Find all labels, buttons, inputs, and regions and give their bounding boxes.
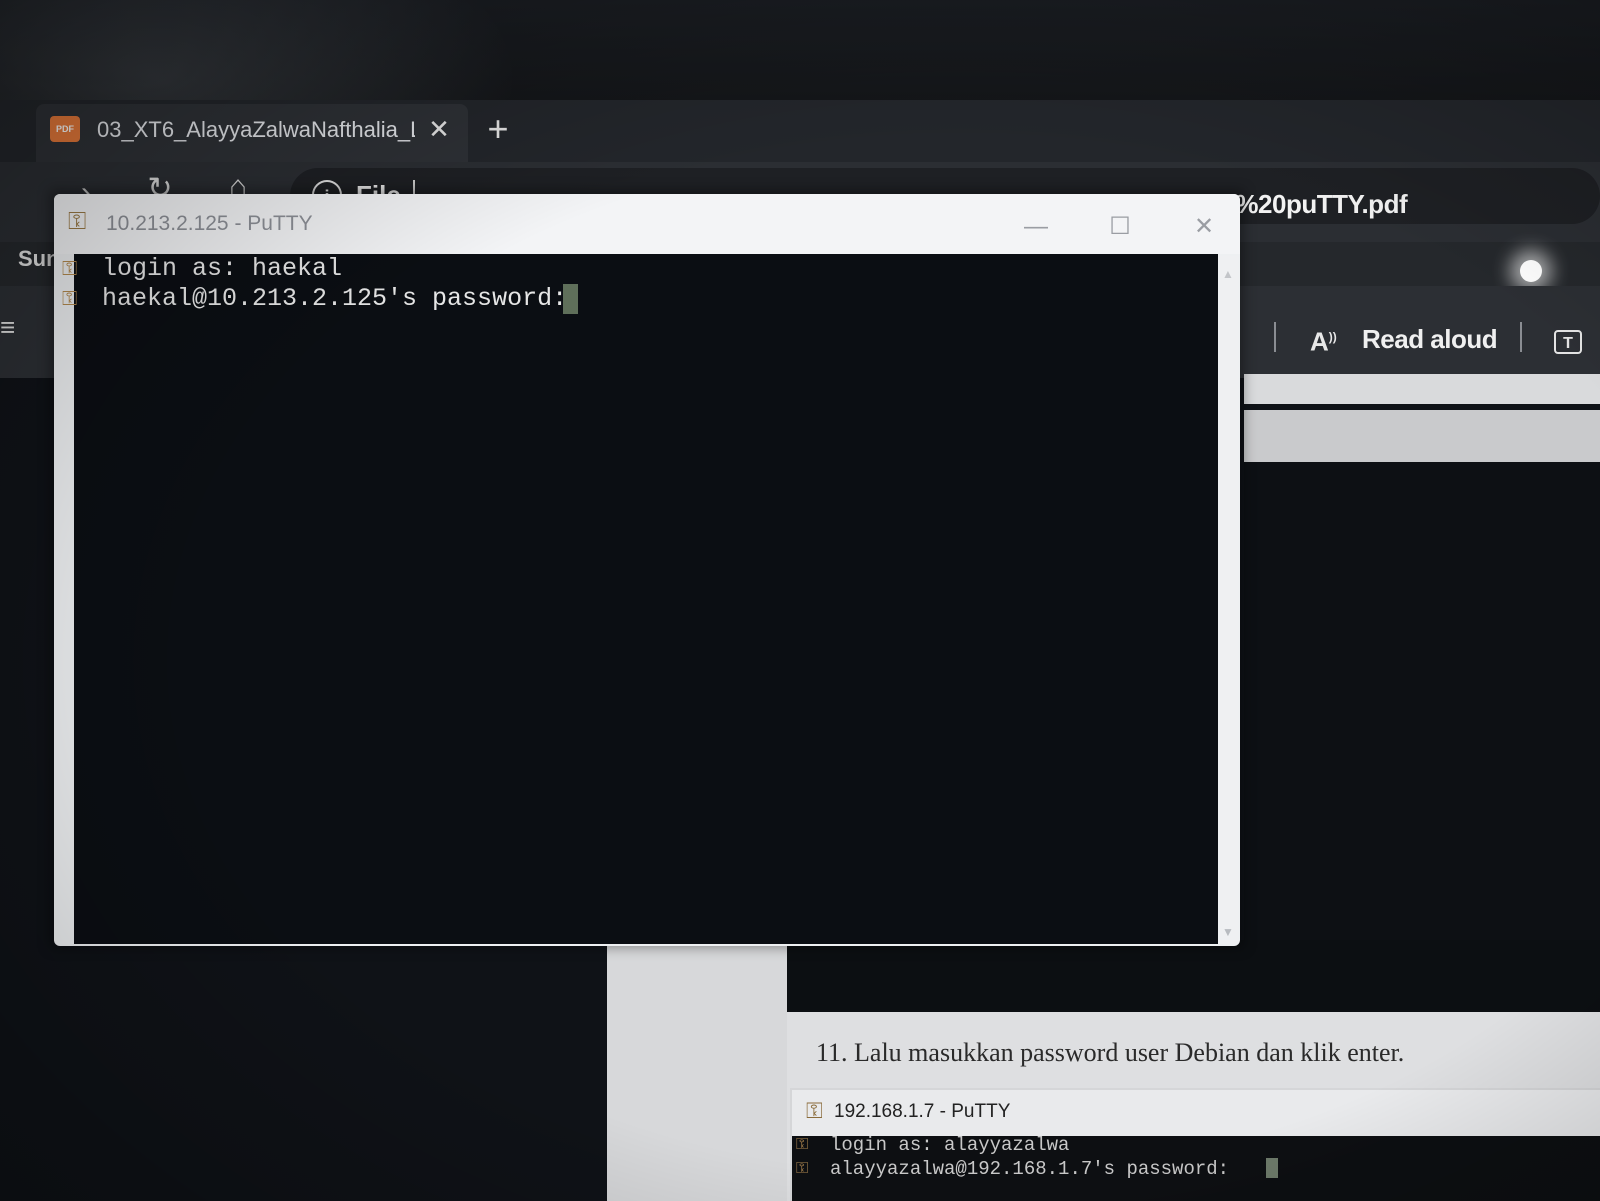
light-reflection	[1520, 260, 1542, 282]
embedded-terminal-cursor	[1266, 1158, 1278, 1178]
pdf-page-strip	[1244, 374, 1600, 404]
maximize-button[interactable]: ☐	[1100, 212, 1140, 242]
pdf-page	[607, 940, 787, 1201]
document-step-text: 11. Lalu masukkan password user Debian d…	[816, 1038, 1405, 1067]
terminal-area[interactable]	[74, 254, 1218, 944]
embedded-putty-title: 192.168.1.7 - PuTTY	[834, 1101, 1011, 1122]
terminal-scrollbar[interactable]	[1218, 256, 1238, 944]
embedded-terminal-line: alayyazalwa@192.168.1.7's password:	[830, 1158, 1230, 1180]
tab-title[interactable]: 03_XT6_AlayyaZalwaNafthalia_La	[97, 116, 415, 144]
pdf-embedded-image	[787, 940, 1600, 1012]
putty-icon: ⚿	[806, 1098, 823, 1123]
putty-window-title: 10.213.2.125 - PuTTY	[106, 212, 313, 235]
scroll-up-icon[interactable]: ▲	[1222, 268, 1234, 280]
menu-icon[interactable]: ≡	[0, 314, 15, 340]
toolbar-divider	[1520, 322, 1522, 352]
terminal-line: login as: haekal	[102, 254, 343, 283]
putty-icon: ⚿	[68, 208, 87, 235]
putty-icon: ⚿	[796, 1136, 809, 1153]
pdf-page-strip	[1244, 410, 1600, 462]
read-aloud-icon[interactable]: A))	[1310, 320, 1337, 359]
add-text-icon[interactable]: T	[1554, 330, 1582, 354]
pdf-page-screenshot	[1244, 462, 1600, 1012]
terminal-cursor	[563, 284, 578, 314]
pdf-icon: PDF	[50, 116, 80, 142]
putty-icon: ⚿	[62, 288, 78, 310]
new-tab-button[interactable]: +	[480, 111, 516, 148]
putty-icon: ⚿	[62, 258, 78, 280]
putty-icon: ⚿	[796, 1160, 809, 1177]
embedded-terminal-line: login as: alayyazalwa	[830, 1134, 1070, 1156]
read-aloud-button[interactable]: Read aloud	[1362, 322, 1498, 356]
close-button[interactable]: ✕	[1184, 212, 1224, 242]
terminal-line: haekal@10.213.2.125's password:	[102, 284, 568, 313]
close-tab-icon[interactable]: ✕	[424, 114, 454, 144]
scroll-down-icon[interactable]: ▼	[1222, 926, 1234, 938]
toolbar-divider	[1274, 322, 1276, 352]
minimize-button[interactable]: —	[1016, 212, 1056, 242]
